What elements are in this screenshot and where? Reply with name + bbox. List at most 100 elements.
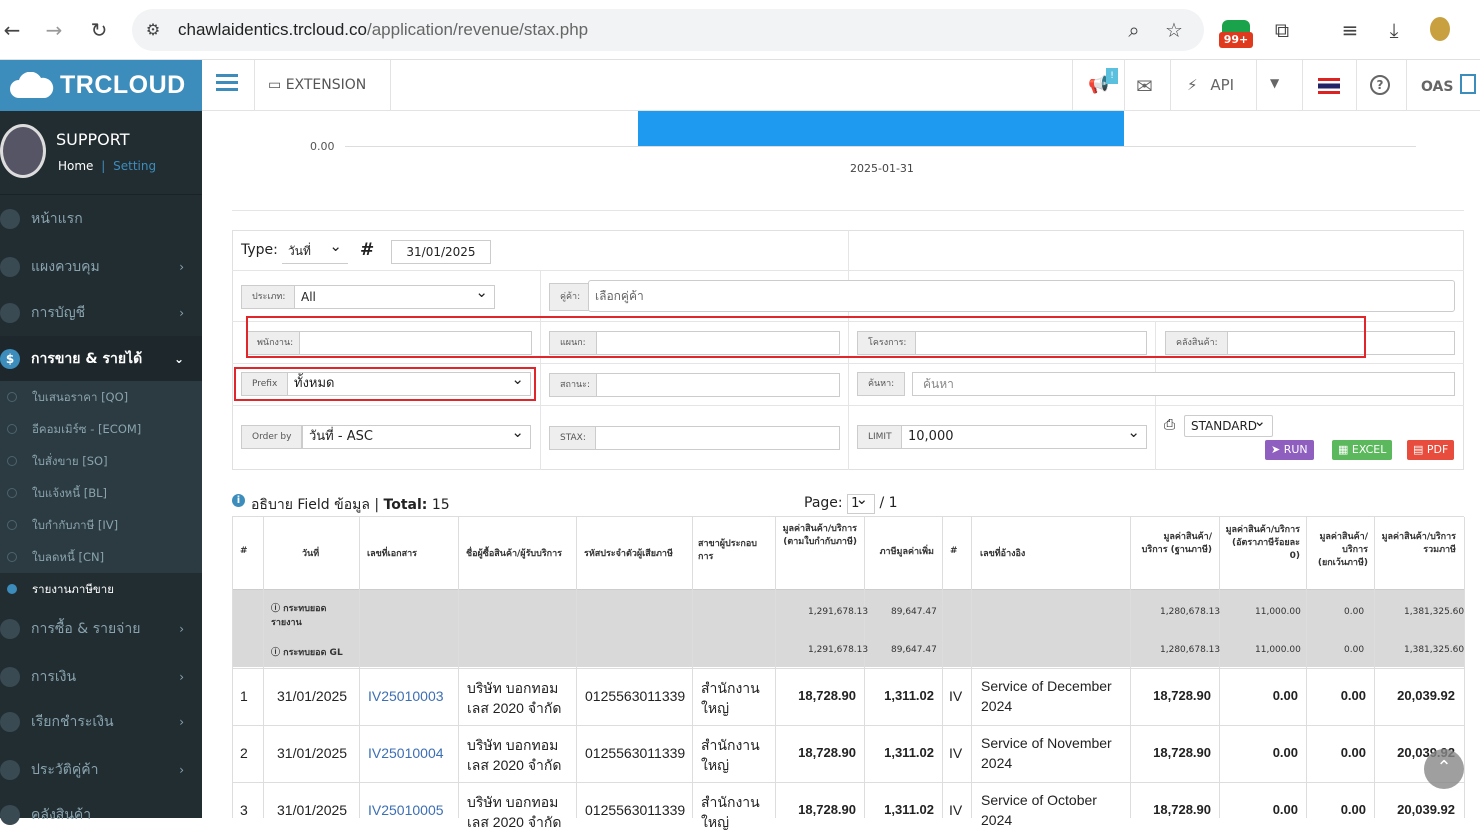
api-menu[interactable]: ⚡ API bbox=[1187, 76, 1234, 94]
format-select[interactable]: STANDARD bbox=[1184, 411, 1273, 437]
url-text: chawlaidentics.trcloud.co/application/re… bbox=[178, 20, 589, 39]
print-icon[interactable]: ⎙ bbox=[1164, 417, 1175, 433]
home-link[interactable]: Home bbox=[58, 159, 93, 173]
row-doc-link[interactable]: IV25010003 bbox=[368, 688, 444, 704]
subnav-quotation[interactable]: ใบเสนอราคา [QO] bbox=[0, 381, 202, 413]
limit-label: LIMIT bbox=[857, 425, 903, 449]
kind-select[interactable]: All bbox=[294, 281, 495, 309]
kind-label: ประเภท: bbox=[241, 285, 297, 309]
chart-xtick: 2025-01-31 bbox=[850, 162, 914, 175]
contact-icon bbox=[0, 760, 20, 780]
notify-badge: ! bbox=[1106, 68, 1118, 84]
nav-inventory[interactable]: คลังสินค้า bbox=[0, 792, 202, 838]
help-icon[interactable]: ? bbox=[1370, 75, 1390, 95]
zoom-icon[interactable]: ⌕ bbox=[1122, 18, 1146, 42]
row-branch: ใหญ่ bbox=[701, 757, 729, 773]
scroll-top-icon[interactable]: ⌃ bbox=[1424, 749, 1464, 789]
calculator-icon[interactable] bbox=[1460, 74, 1476, 94]
info-icon: ⓘ bbox=[271, 604, 284, 614]
caret-down-icon[interactable]: ▼ bbox=[1270, 76, 1279, 90]
row-vat: 1,311.02 bbox=[884, 688, 934, 703]
reading-list-icon[interactable]: ≡ bbox=[1338, 18, 1362, 42]
highlight-box bbox=[246, 316, 1366, 358]
order-select[interactable]: วันที่ - ASC bbox=[302, 421, 531, 449]
oas-menu[interactable]: OAS bbox=[1421, 79, 1453, 95]
menu-toggle-icon[interactable] bbox=[216, 74, 238, 94]
limit-select[interactable]: 10,000 bbox=[901, 421, 1147, 449]
page-select[interactable]: 1 bbox=[847, 490, 876, 514]
row-exempt: 0.00 bbox=[1340, 802, 1366, 817]
run-button[interactable]: ➤ RUN bbox=[1265, 440, 1314, 460]
setting-link[interactable]: Setting bbox=[113, 159, 156, 173]
highlight-box bbox=[234, 367, 536, 401]
date-input[interactable]: 31/01/2025 bbox=[391, 240, 491, 264]
customer-label: คู่ค้า: bbox=[549, 283, 592, 311]
chevron-right-icon: › bbox=[179, 715, 184, 729]
app-logo[interactable]: TRCLOUD bbox=[0, 60, 202, 111]
row-taxid: 0125563011339 bbox=[585, 802, 686, 818]
chart-bar bbox=[638, 111, 1124, 146]
row-branch: สำนักงาน bbox=[701, 680, 760, 696]
customer-select[interactable]: เลือกคู่ค้า bbox=[588, 280, 1455, 312]
order-label: Order by bbox=[241, 425, 303, 449]
totals-section bbox=[232, 589, 1464, 667]
circle-icon bbox=[7, 456, 17, 466]
rocket-icon: ➤ bbox=[1271, 443, 1284, 456]
row-date: 31/01/2025 bbox=[277, 688, 348, 704]
nav-accounting[interactable]: การบัญชี › bbox=[0, 290, 202, 336]
chevron-right-icon: › bbox=[179, 763, 184, 777]
field-info-link[interactable]: อธิบาย Field ข้อมูล | bbox=[251, 497, 379, 513]
stax-input[interactable] bbox=[595, 426, 840, 450]
gl-total-exempt: 0.00 bbox=[1344, 645, 1365, 655]
profile-avatar[interactable] bbox=[1430, 17, 1450, 41]
row-buyer: เลส 2020 จำกัด bbox=[467, 757, 562, 773]
row-type: IV bbox=[949, 745, 963, 761]
search-input[interactable]: ค้นหา bbox=[912, 372, 1455, 396]
download-icon[interactable]: ⤓ bbox=[1382, 18, 1406, 42]
subnav-ecommerce[interactable]: อีคอมเมิร์ซ - [ECOM] bbox=[0, 413, 202, 445]
subnav-sales-order[interactable]: ใบสั่งขาย [SO] bbox=[0, 445, 202, 477]
nav-home[interactable]: หน้าแรก bbox=[0, 196, 202, 242]
site-settings-icon[interactable]: ⚙ bbox=[141, 18, 165, 42]
row-taxid: 0125563011339 bbox=[585, 745, 686, 761]
reload-icon[interactable]: ↻ bbox=[87, 18, 111, 42]
th-buyer: ชื่อผู้ซื้อสินค้า/ผู้รับบริการ bbox=[466, 549, 563, 559]
back-icon[interactable]: ← bbox=[0, 18, 24, 42]
book-icon bbox=[0, 303, 20, 323]
report-total-base: 1,280,678.13 bbox=[1160, 607, 1221, 617]
pagination: Page: 1 / 1 bbox=[804, 490, 898, 514]
thai-flag-icon[interactable] bbox=[1318, 78, 1340, 94]
nav-dashboard[interactable]: แผงควบคุม › bbox=[0, 244, 202, 290]
puzzle-icon[interactable]: ⧉ bbox=[1270, 18, 1294, 42]
nav-partner-history[interactable]: ประวัติคู่ค้า › bbox=[0, 747, 202, 793]
gl-total-label: ⓘ กระทบยอด GL bbox=[271, 648, 343, 658]
nav-finance[interactable]: การเงิน › bbox=[0, 654, 202, 700]
row-doc-link[interactable]: IV25010004 bbox=[368, 745, 444, 761]
subnav-sales-tax-report[interactable]: รายงานภาษีขาย bbox=[0, 573, 202, 605]
circle-icon bbox=[7, 392, 17, 402]
search-label: ค้นหา: bbox=[857, 372, 906, 396]
row-total: 20,039.92 bbox=[1397, 802, 1455, 817]
info-icon[interactable]: i bbox=[232, 494, 245, 507]
row-buyer: บริษัท บอกทอม bbox=[467, 794, 559, 810]
bookmark-star-icon[interactable]: ☆ bbox=[1162, 18, 1186, 42]
extension-badge: 99+ bbox=[1219, 32, 1253, 48]
row-doc-link[interactable]: IV25010005 bbox=[368, 802, 444, 818]
th-base: มูลค่าสินค้า/บริการ (ฐานภาษี) bbox=[1141, 532, 1212, 555]
forward-icon[interactable]: → bbox=[42, 18, 66, 42]
nav-payment-request[interactable]: เรียกชำระเงิน › bbox=[0, 699, 202, 745]
nav-sales[interactable]: $ การขาย & รายได้ ⌄ bbox=[0, 336, 202, 382]
subnav-credit-note[interactable]: ใบลดหนี้ [CN] bbox=[0, 541, 202, 573]
status-input[interactable] bbox=[596, 373, 840, 397]
subnav-tax-invoice[interactable]: ใบกำกับภาษี [IV] bbox=[0, 509, 202, 541]
mail-icon[interactable]: ✉ bbox=[1136, 74, 1153, 98]
subnav-billing[interactable]: ใบแจ้งหนี้ [BL] bbox=[0, 477, 202, 509]
row-exempt: 0.00 bbox=[1340, 688, 1366, 703]
extension-menu[interactable]: ▭ EXTENSION bbox=[268, 77, 366, 93]
pdf-button[interactable]: ▤ PDF bbox=[1407, 440, 1455, 460]
excel-button[interactable]: ▦ EXCEL bbox=[1332, 440, 1393, 460]
logo-text: TRCLOUD bbox=[60, 71, 186, 99]
nav-purchase[interactable]: การซื้อ & รายจ่าย › bbox=[0, 606, 202, 652]
type-select[interactable]: วันที่ bbox=[282, 235, 348, 264]
th-no: # bbox=[240, 546, 248, 556]
